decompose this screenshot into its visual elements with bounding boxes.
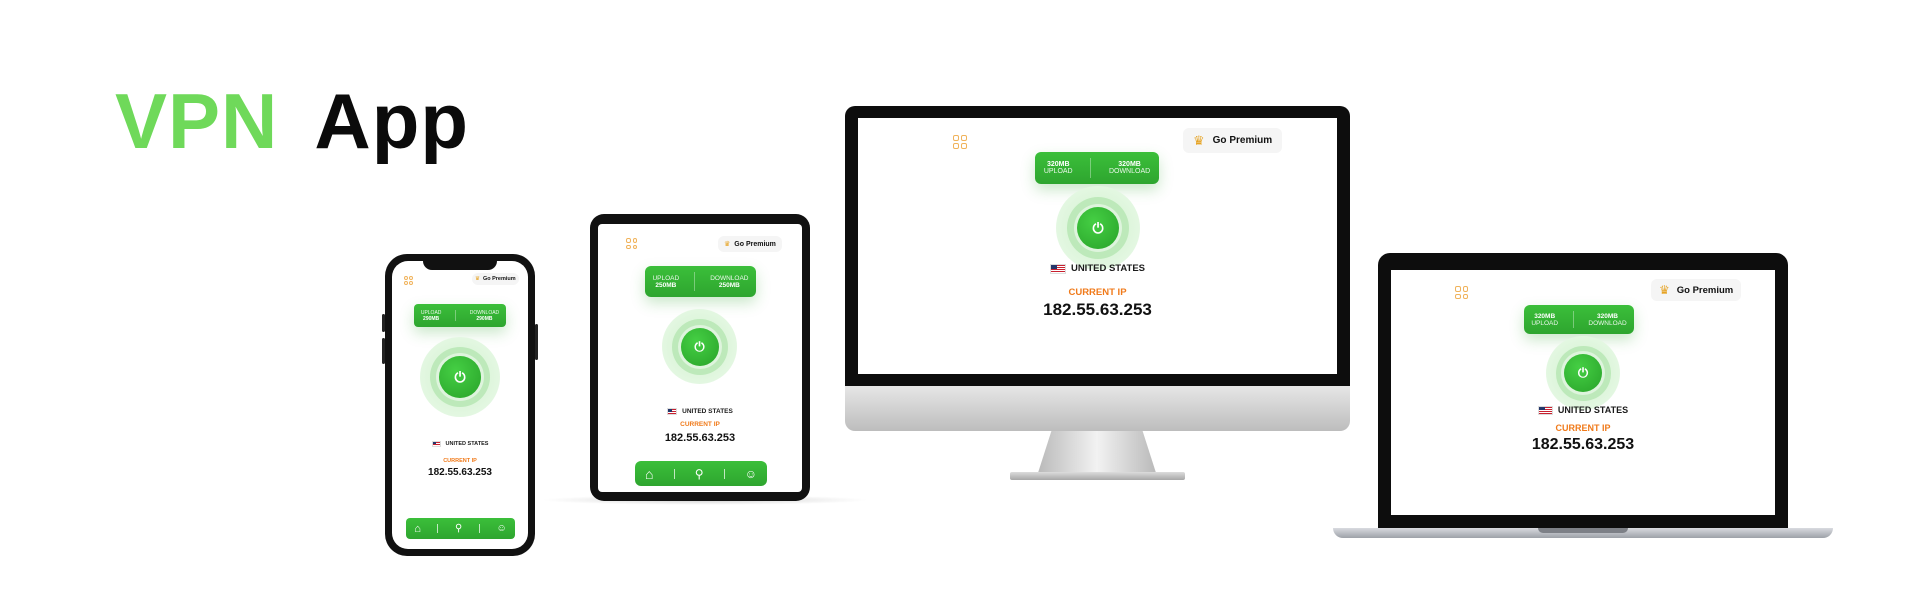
traffic-stats: 320MB UPLOAD 320MB DOWNLOAD [1035, 152, 1159, 184]
country-selector[interactable]: UNITED STATES [858, 263, 1337, 274]
menu-grid-icon[interactable] [1455, 286, 1468, 299]
upload-stat: UPLOAD 290MB [420, 309, 442, 322]
hero-title-main: App [314, 77, 470, 165]
hero-title-accent: VPN [115, 77, 279, 165]
crown-icon: ♛ [724, 241, 731, 248]
power-button[interactable]: ⏻ [1564, 354, 1602, 392]
country-selector[interactable]: UNITED STATES [1391, 405, 1775, 415]
power-glow: ⏻ [420, 337, 500, 417]
phone-screen: ♛ Go Premium UPLOAD 290MB DOWNLOAD 290MB ⏻ … [392, 261, 528, 549]
current-ip-value: 182.55.63.253 [664, 432, 736, 444]
monitor-base [1010, 472, 1185, 480]
power-button[interactable]: ⏻ [680, 327, 719, 366]
us-flag-icon [1537, 405, 1553, 415]
country-selector[interactable]: UNITED STATES [598, 408, 802, 415]
phone-power-key [535, 324, 538, 360]
location-pin-icon[interactable]: ⚲ [455, 523, 462, 534]
crown-icon: ♛ [1193, 132, 1205, 148]
current-ip-label: CURRENT IP [1068, 287, 1127, 298]
desktop-monitor-mockup: ♛ Go Premium 320MB UPLOAD 320MB DOWNLOAD ⏻ … [845, 106, 1350, 480]
us-flag-icon [431, 441, 441, 447]
current-ip-label: CURRENT IP [1555, 423, 1611, 433]
tablet-screen: ♛ Go Premium UPLOAD 250MB DOWNLOAD 250MB ⏻ … [598, 224, 802, 492]
traffic-stats: UPLOAD 250MB DOWNLOAD 250MB [645, 266, 756, 297]
crown-icon: ♛ [475, 276, 480, 282]
current-ip-value: 182.55.63.253 [1043, 300, 1152, 319]
stat-divider [455, 310, 457, 321]
go-premium-button[interactable]: ♛ Go Premium [1183, 128, 1283, 153]
stat-divider [1572, 311, 1574, 328]
user-icon[interactable]: ☺ [745, 467, 757, 481]
us-flag-icon [1049, 263, 1066, 274]
phone-notch [423, 260, 497, 270]
traffic-stats: 320MB UPLOAD 320MB DOWNLOAD [1524, 305, 1634, 334]
stat-divider [1090, 158, 1092, 178]
menu-grid-icon[interactable] [626, 238, 637, 249]
power-icon: ⏻ [1577, 365, 1589, 380]
power-glow: ⏻ [1056, 186, 1140, 270]
user-icon[interactable]: ☺ [496, 523, 506, 534]
crown-icon: ♛ [1659, 283, 1670, 297]
download-stat: 320MB DOWNLOAD [1588, 312, 1627, 327]
upload-stat: UPLOAD 250MB [652, 274, 680, 289]
phone-volume-down [382, 338, 385, 364]
go-premium-button[interactable]: ♛ Go Premium [1651, 279, 1742, 301]
bottom-nav: ⌂ ⚲ ☺ [635, 461, 767, 486]
monitor-chin [845, 386, 1350, 431]
current-ip-value: 182.55.63.253 [1531, 436, 1635, 453]
download-stat: DOWNLOAD 250MB [710, 274, 749, 289]
traffic-stats: UPLOAD 290MB DOWNLOAD 290MB [414, 304, 506, 327]
location-pin-icon[interactable]: ⚲ [695, 467, 704, 481]
go-premium-button[interactable]: ♛ Go Premium [472, 273, 519, 285]
download-stat: DOWNLOAD 290MB [469, 309, 500, 322]
bottom-nav: ⌂ ⚲ ☺ [406, 518, 515, 539]
current-ip-label: CURRENT IP [680, 421, 720, 428]
menu-grid-icon[interactable] [404, 276, 413, 285]
upload-stat: 320MB UPLOAD [1043, 161, 1073, 175]
phone-volume-up [382, 314, 385, 332]
power-icon: ⏻ [694, 338, 705, 354]
monitor-bezel: ♛ Go Premium 320MB UPLOAD 320MB DOWNLOAD ⏻ … [845, 106, 1350, 386]
current-ip-label: CURRENT IP [443, 458, 477, 464]
power-icon: ⏻ [454, 368, 466, 385]
tablet-mockup: ♛ Go Premium UPLOAD 250MB DOWNLOAD 250MB ⏻ … [590, 214, 810, 501]
power-glow: ⏻ [1546, 336, 1620, 410]
upload-stat: 320MB UPLOAD [1531, 312, 1559, 327]
monitor-screen: ♛ Go Premium 320MB UPLOAD 320MB DOWNLOAD ⏻ … [858, 118, 1337, 374]
power-button[interactable]: ⏻ [439, 356, 481, 398]
power-icon: ⏻ [1092, 219, 1104, 236]
laptop-mockup: ♛ Go Premium 320MB UPLOAD 320MB DOWNLOAD ⏻ … [1333, 253, 1833, 543]
go-premium-button[interactable]: ♛ Go Premium [718, 236, 782, 252]
monitor-stand [1037, 431, 1157, 476]
us-flag-icon [667, 408, 678, 415]
phone-mockup: ♛ Go Premium UPLOAD 290MB DOWNLOAD 290MB ⏻ … [382, 254, 538, 556]
laptop-opening-notch [1538, 528, 1628, 533]
menu-grid-icon[interactable] [953, 135, 967, 149]
home-icon[interactable]: ⌂ [414, 523, 421, 535]
current-ip-value: 182.55.63.253 [428, 467, 492, 478]
hero-title: VPN App [115, 82, 469, 160]
power-glow: ⏻ [662, 309, 737, 384]
laptop-screen: ♛ Go Premium 320MB UPLOAD 320MB DOWNLOAD ⏻ … [1391, 270, 1775, 515]
power-button[interactable]: ⏻ [1077, 207, 1119, 249]
download-stat: 320MB DOWNLOAD [1108, 161, 1151, 175]
stat-divider [694, 272, 696, 291]
home-icon[interactable]: ⌂ [645, 466, 653, 482]
country-selector[interactable]: UNITED STATES [392, 441, 528, 447]
